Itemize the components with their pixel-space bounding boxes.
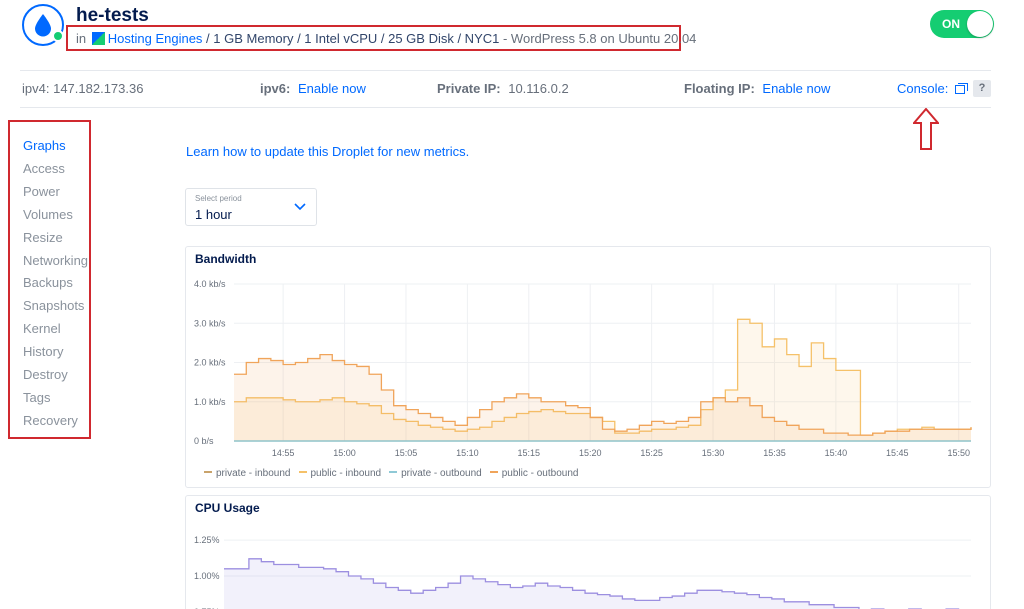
sidebar-item-volumes[interactable]: Volumes	[23, 207, 73, 222]
floating-ip-enable-link[interactable]: Enable now	[762, 81, 830, 96]
learn-metrics-link[interactable]: Learn how to update this Droplet for new…	[186, 144, 469, 159]
sidebar-item-destroy[interactable]: Destroy	[23, 367, 68, 382]
x-tick-label: 15:35	[763, 448, 786, 458]
period-select-label: Select period	[195, 194, 242, 203]
sidebar-item-networking[interactable]: Networking	[23, 253, 88, 268]
x-tick-label: 15:20	[579, 448, 602, 458]
power-toggle[interactable]: ON	[930, 10, 994, 38]
private-ip-label: Private IP:	[437, 81, 501, 96]
droplet-specs: / 1 GB Memory / 1 Intel vCPU / 25 GB Dis…	[206, 31, 500, 46]
y-tick-label: 2.0 kb/s	[194, 358, 226, 368]
project-link[interactable]: Hosting Engines	[108, 31, 203, 46]
x-tick-label: 15:40	[825, 448, 848, 458]
legend-item[interactable]: private - inbound	[204, 468, 291, 479]
ipv4-label: ipv4:	[22, 81, 50, 96]
droplet-subtitle: in Hosting Engines / 1 GB Memory / 1 Int…	[66, 25, 696, 51]
sidebar-item-backups[interactable]: Backups	[23, 275, 73, 290]
x-tick-label: 15:05	[395, 448, 418, 458]
x-tick-label: 14:55	[272, 448, 295, 458]
y-tick-label: 1.0 kb/s	[194, 397, 226, 407]
legend-swatch	[298, 471, 307, 473]
cpu-chart: 0.75%1.00%1.25%	[194, 535, 972, 609]
legend-label: public - outbound	[501, 468, 579, 479]
droplet-name: he-tests	[76, 5, 149, 26]
period-select-value: 1 hour	[195, 207, 232, 222]
x-tick-label: 15:50	[947, 448, 970, 458]
legend-swatch	[389, 471, 398, 473]
red-arrow-up-icon	[913, 108, 939, 150]
y-tick-label: 1.00%	[194, 571, 220, 581]
y-tick-label: 4.0 kb/s	[194, 279, 226, 289]
bandwidth-legend: private - inbound public - inbound private…	[204, 468, 586, 479]
power-toggle-label: ON	[942, 17, 960, 31]
status-dot	[52, 30, 64, 42]
x-tick-label: 15:10	[456, 448, 479, 458]
y-tick-label: 3.0 kb/s	[194, 318, 226, 328]
y-tick-label: 0 b/s	[194, 436, 214, 446]
x-tick-label: 15:25	[640, 448, 663, 458]
cpu-chart-card: CPU Usage 0.75%1.00%1.25%	[185, 495, 991, 609]
sidebar-item-access[interactable]: Access	[23, 161, 65, 176]
legend-label: public - inbound	[310, 468, 382, 479]
legend-swatch	[204, 471, 212, 473]
ipv6-enable-link[interactable]: Enable now	[298, 81, 366, 96]
ipv4-info: ipv4: 147.182.173.36	[22, 81, 143, 96]
floating-ip-info: Floating IP: Enable now	[684, 81, 830, 96]
series-area-cpu	[224, 558, 971, 609]
period-select[interactable]: Select period 1 hour	[185, 188, 317, 226]
network-info-bar: ipv4: 147.182.173.36 ipv6: Enable now Pr…	[0, 70, 1024, 108]
external-window-icon	[954, 83, 968, 94]
ipv6-info: ipv6: Enable now	[260, 81, 366, 96]
help-button[interactable]: ?	[973, 80, 991, 97]
legend-item[interactable]: private - outbound	[389, 468, 482, 479]
hosting-engines-logo-icon	[91, 32, 105, 45]
legend-item[interactable]: public - outbound	[489, 468, 579, 479]
console-label: Console:	[897, 81, 949, 96]
y-tick-label: 1.25%	[194, 535, 220, 545]
in-label: in	[76, 31, 87, 46]
x-tick-label: 15:00	[333, 448, 356, 458]
private-ip-info: Private IP: 10.116.0.2	[437, 81, 569, 96]
legend-label: private - inbound	[216, 468, 291, 479]
legend-swatch	[489, 471, 498, 473]
sidebar-item-snapshots[interactable]: Snapshots	[23, 298, 84, 313]
console-link[interactable]: Console:	[897, 81, 968, 96]
x-tick-label: 15:30	[702, 448, 725, 458]
legend-item[interactable]: public - inbound	[298, 468, 382, 479]
ipv6-label: ipv6:	[260, 81, 291, 96]
chevron-down-icon	[294, 203, 306, 211]
sidebar-item-tags[interactable]: Tags	[23, 390, 50, 405]
power-toggle-knob	[967, 11, 993, 37]
sidebar-item-graphs[interactable]: Graphs	[23, 138, 66, 153]
sidebar-item-recovery[interactable]: Recovery	[23, 413, 78, 428]
bandwidth-chart-card: Bandwidth 0 b/s 1.0 kb/s 2.0 kb/s 3.0 kb/s 4…	[185, 246, 991, 488]
sidebar-item-kernel[interactable]: Kernel	[23, 321, 61, 336]
bandwidth-chart: 0 b/s 1.0 kb/s 2.0 kb/s 3.0 kb/s 4.0 kb/s 14:…	[194, 279, 972, 458]
droplet-image: - WordPress 5.8 on Ubuntu 20.04	[502, 31, 697, 46]
floating-ip-label: Floating IP:	[684, 81, 755, 96]
x-tick-label: 15:45	[886, 448, 909, 458]
sidebar-item-resize[interactable]: Resize	[23, 230, 63, 245]
sidebar-item-history[interactable]: History	[23, 344, 63, 359]
droplet-sidebar-nav: Graphs Access Power Volumes Resize Networking…	[8, 120, 91, 439]
legend-label: private - outbound	[401, 468, 482, 479]
ipv4-value[interactable]: 147.182.173.36	[53, 81, 143, 96]
sidebar-item-power[interactable]: Power	[23, 184, 60, 199]
x-tick-label: 15:15	[518, 448, 541, 458]
private-ip-value[interactable]: 10.116.0.2	[508, 81, 568, 96]
